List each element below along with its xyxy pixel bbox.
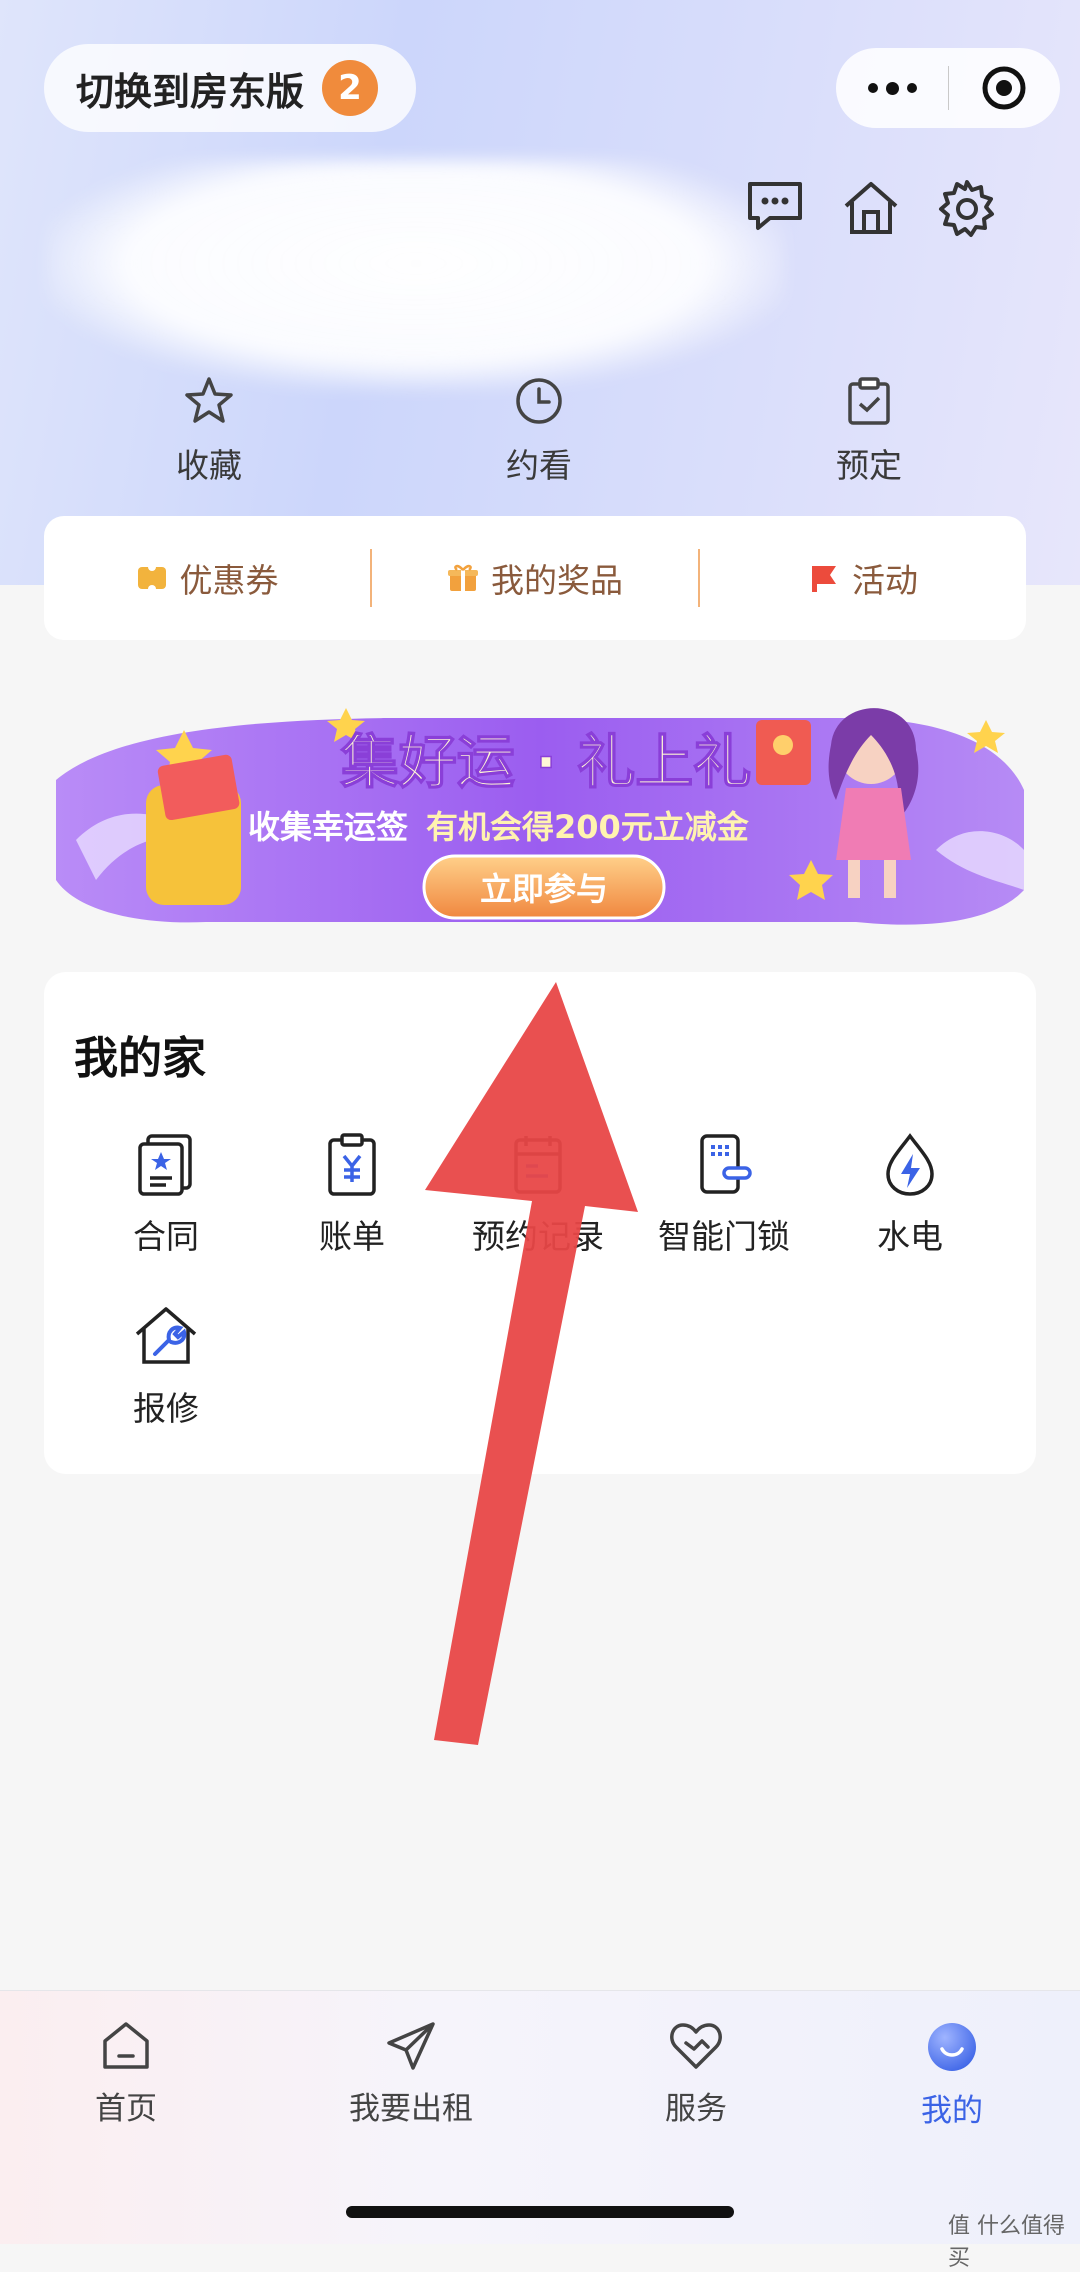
tab-label: 首页 [95,2091,157,2127]
home-indicator[interactable] [346,2206,734,2218]
watermark: 值 什么值得买 [948,2214,1065,2271]
tab-label: 我的 [921,2093,983,2129]
paper-plane-icon [387,2022,435,2070]
heart-handshake-icon [670,2023,722,2069]
tab-label: 我要出租 [349,2091,473,2127]
tab-services[interactable]: 服务 [596,2019,796,2128]
tab-label: 服务 [665,2091,727,2127]
tab-home[interactable]: 首页 [26,2019,226,2128]
red-arrow-annotation [425,982,638,1745]
profile-icon [928,2023,976,2071]
tab-rent-out[interactable]: 我要出租 [311,2019,511,2128]
tab-mine[interactable]: 我的 [852,2019,1052,2130]
home-icon [103,2022,149,2069]
